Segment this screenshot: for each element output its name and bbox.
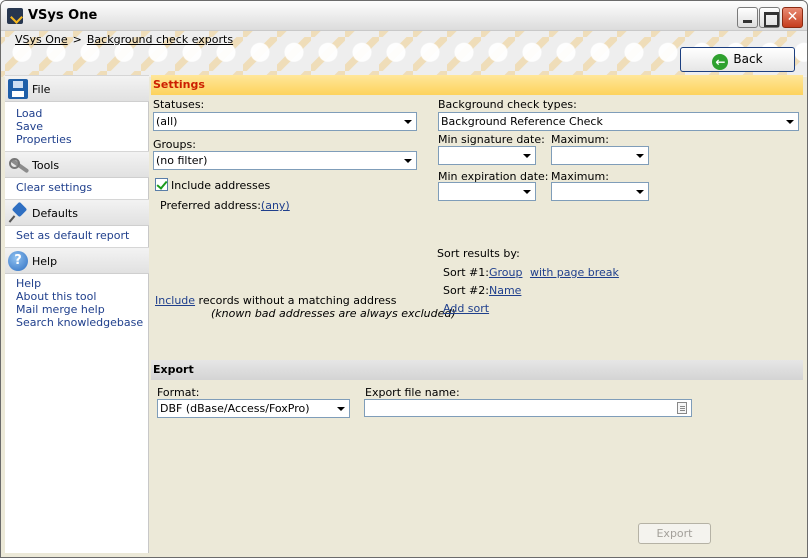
format-label: Format:: [157, 386, 200, 399]
format-select[interactable]: DBF (dBase/Access/FoxPro): [157, 399, 350, 418]
settings-header: Settings: [151, 75, 803, 95]
pushpin-icon: [8, 203, 28, 223]
include-records-text: records without a matching address: [195, 294, 397, 307]
preferred-address-row: Preferred address:(any): [160, 199, 290, 212]
statuses-select[interactable]: (all): [153, 112, 417, 131]
include-addresses-checkbox[interactable]: [155, 178, 168, 191]
preferred-address-label: Preferred address:: [160, 199, 261, 212]
app-window: VSys One ✕ VSys One > Background check exp…: [0, 0, 808, 558]
filename-input[interactable]: [364, 399, 692, 417]
min-expiration-select[interactable]: [438, 182, 536, 201]
format-value: DBF (dBase/Access/FoxPro): [160, 402, 310, 415]
bg-types-value: Background Reference Check: [441, 115, 603, 128]
excluded-note: (known bad addresses are always excluded…: [211, 307, 456, 320]
min-signature-label: Min signature date:: [438, 133, 545, 146]
sort1-row: Sort #1:Group with page break: [443, 266, 619, 279]
breadcrumb: VSys One > Background check exports: [15, 33, 233, 46]
add-sort-link[interactable]: Add sort: [443, 302, 489, 315]
app-logo-icon: [7, 8, 23, 24]
sidebar-file-links: Load Save Properties: [5, 102, 148, 151]
sidebar-tools-links: Clear settings: [5, 178, 148, 199]
sidebar-link-search-kb[interactable]: Search knowledgebase: [16, 316, 148, 329]
sidebar: File Load Save Properties Tools Clear se…: [5, 75, 149, 553]
max-expiration-select[interactable]: [551, 182, 649, 201]
sidebar-section-label: Tools: [32, 159, 60, 172]
statuses-label: Statuses:: [153, 98, 205, 111]
sort1-page-break-link[interactable]: with page break: [530, 266, 619, 279]
back-arrow-icon: ←: [712, 54, 729, 70]
sidebar-help-links: Help About this tool Mail merge help Sea…: [5, 274, 148, 334]
sidebar-section-defaults[interactable]: Defaults: [5, 199, 149, 226]
title-bar[interactable]: VSys One ✕: [1, 1, 807, 31]
include-addresses-label: Include addresses: [171, 179, 271, 192]
sidebar-link-clear-settings[interactable]: Clear settings: [16, 181, 148, 194]
sort1-prefix: Sort #1:: [443, 266, 489, 279]
sidebar-link-mail-merge-help[interactable]: Mail merge help: [16, 303, 148, 316]
bg-types-select[interactable]: Background Reference Check: [438, 112, 799, 131]
filename-label: Export file name:: [365, 386, 460, 399]
sidebar-section-help[interactable]: ? Help: [5, 247, 149, 274]
sidebar-link-save[interactable]: Save: [16, 120, 148, 133]
chevron-down-icon: [519, 183, 535, 200]
sidebar-link-help[interactable]: Help: [16, 277, 148, 290]
chevron-down-icon: [333, 400, 349, 417]
window-title: VSys One: [28, 8, 98, 23]
sidebar-section-file[interactable]: File: [5, 75, 149, 102]
maximize-icon: [760, 8, 779, 27]
groups-select[interactable]: (no filter): [153, 151, 417, 170]
sidebar-section-label: File: [32, 83, 51, 96]
export-header: Export: [151, 360, 803, 380]
sort-label: Sort results by:: [437, 247, 520, 260]
sidebar-link-set-default[interactable]: Set as default report: [16, 229, 148, 242]
groups-value: (no filter): [156, 154, 208, 167]
sidebar-link-properties[interactable]: Properties: [16, 133, 148, 146]
main-panel: Settings Statuses: (all) Groups: (no fil…: [151, 75, 803, 553]
minimize-icon: [738, 8, 757, 27]
add-sort-row: Add sort: [443, 302, 489, 315]
preferred-address-link[interactable]: (any): [261, 199, 290, 212]
min-signature-select[interactable]: [438, 146, 536, 165]
include-records-row: Include records without a matching addre…: [155, 294, 397, 307]
maximize-button[interactable]: [759, 7, 780, 28]
sidebar-section-label: Defaults: [32, 207, 78, 220]
sidebar-defaults-links: Set as default report: [5, 226, 148, 247]
chevron-down-icon: [400, 113, 416, 130]
chevron-down-icon: [400, 152, 416, 169]
breadcrumb-separator: >: [72, 33, 82, 46]
minimize-button[interactable]: [737, 7, 758, 28]
sidebar-section-label: Help: [32, 255, 58, 268]
sidebar-section-tools[interactable]: Tools: [5, 151, 149, 178]
breadcrumb-root-link[interactable]: VSys One: [15, 33, 68, 46]
close-button[interactable]: ✕: [782, 7, 803, 28]
sort2-field-link[interactable]: Name: [489, 284, 521, 297]
chevron-down-icon: [519, 147, 535, 164]
wrench-icon: [8, 155, 28, 175]
include-records-link[interactable]: Include: [155, 294, 195, 307]
sort1-field-link[interactable]: Group: [489, 266, 523, 279]
save-disk-icon: [8, 79, 28, 99]
sort2-row: Sort #2:Name: [443, 284, 521, 297]
export-button[interactable]: Export: [638, 523, 711, 544]
browse-file-icon[interactable]: [677, 402, 687, 414]
statuses-value: (all): [156, 115, 178, 128]
chevron-down-icon: [632, 183, 648, 200]
max-signature-label: Maximum:: [551, 133, 609, 146]
sidebar-link-load[interactable]: Load: [16, 107, 148, 120]
back-button-label: Back: [733, 52, 763, 66]
groups-label: Groups:: [153, 138, 196, 151]
breadcrumb-current-link[interactable]: Background check exports: [87, 33, 233, 46]
bg-types-label: Background check types:: [438, 98, 577, 111]
close-icon: ✕: [786, 9, 799, 25]
sort2-prefix: Sort #2:: [443, 284, 489, 297]
max-signature-select[interactable]: [551, 146, 649, 165]
back-button[interactable]: ← Back: [680, 47, 795, 72]
chevron-down-icon: [632, 147, 648, 164]
help-icon: ?: [8, 251, 28, 271]
chevron-down-icon: [782, 113, 798, 130]
sidebar-link-about[interactable]: About this tool: [16, 290, 148, 303]
